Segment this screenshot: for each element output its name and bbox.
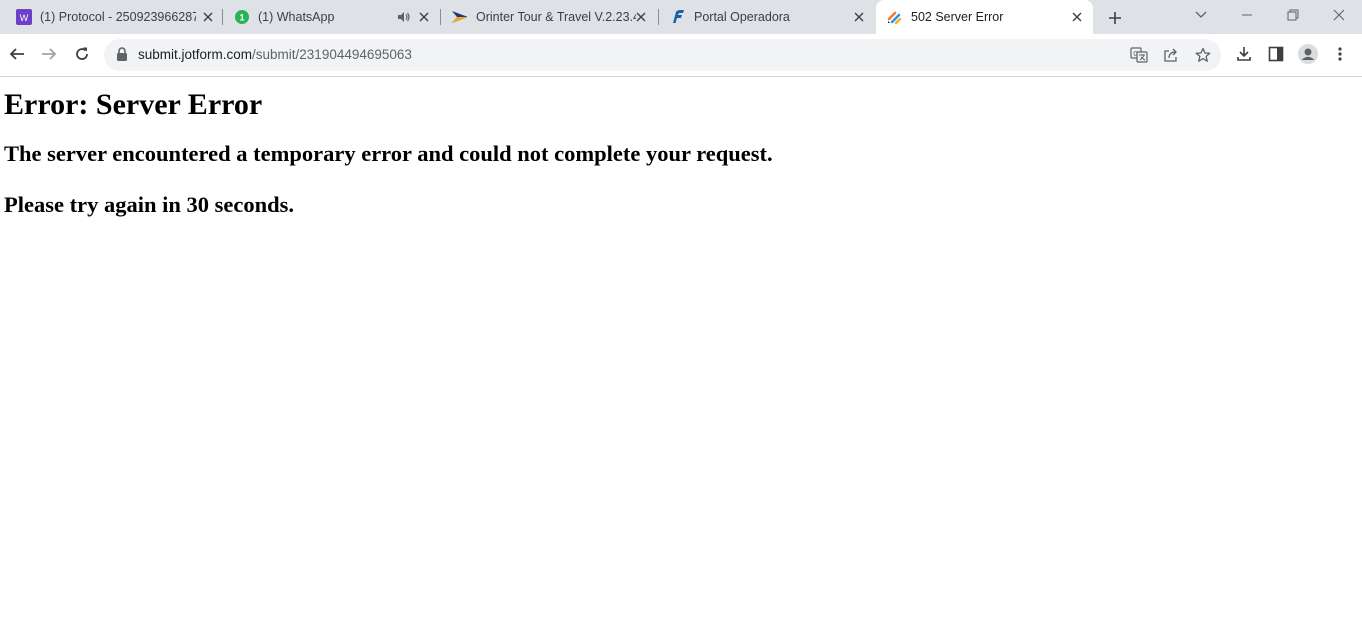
forward-arrow-icon[interactable] — [38, 43, 60, 65]
url-domain: submit.jotform.com — [138, 47, 253, 62]
jotform-icon — [887, 9, 903, 25]
reload-icon[interactable] — [71, 43, 93, 65]
tab-divider — [440, 9, 441, 25]
tab-protocol[interactable]: W (1) Protocol - 250923966287... — [8, 0, 220, 34]
url-path: /submit/231904494695063 — [252, 47, 412, 62]
close-icon[interactable] — [851, 9, 867, 25]
retry-message: Please try again in 30 seconds. — [4, 192, 294, 217]
svg-text:W: W — [20, 13, 29, 23]
share-icon[interactable] — [1160, 44, 1182, 66]
tab-title: (1) Protocol - 250923966287... — [40, 10, 196, 24]
tab-strip: W (1) Protocol - 250923966287... 1 (1) W… — [0, 0, 1362, 34]
tab-502-server-error[interactable]: 502 Server Error — [876, 0, 1093, 34]
audio-playing-icon[interactable] — [395, 9, 411, 25]
tab-portal-operadora[interactable]: Portal Operadora — [661, 0, 873, 34]
error-heading: Error: Server Error — [4, 88, 263, 121]
error-message: The server encountered a temporary error… — [4, 141, 773, 166]
lock-icon[interactable] — [116, 47, 128, 66]
tab-orinter[interactable]: Orinter Tour & Travel V.2.23.4 — [443, 0, 656, 34]
url-text[interactable]: submit.jotform.com/submit/23190449469506… — [138, 47, 412, 62]
close-icon[interactable] — [416, 9, 432, 25]
orinter-icon — [451, 9, 467, 25]
page-content: Error: Server Error The server encounter… — [0, 88, 1362, 218]
tab-whatsapp[interactable]: 1 (1) WhatsApp — [226, 0, 438, 34]
close-window-icon[interactable] — [1328, 4, 1350, 26]
browser-toolbar: submit.jotform.com/submit/23190449469506… — [0, 34, 1362, 77]
close-icon[interactable] — [1069, 9, 1085, 25]
whatsapp-icon: 1 — [234, 9, 250, 25]
address-bar[interactable]: submit.jotform.com/submit/23190449469506… — [104, 39, 1221, 71]
download-icon[interactable] — [1233, 43, 1255, 65]
back-arrow-icon[interactable] — [6, 43, 28, 65]
tab-divider — [222, 9, 223, 25]
restore-icon[interactable] — [1282, 4, 1304, 26]
tab-search-chevron-down-icon[interactable] — [1190, 4, 1212, 26]
tab-divider — [658, 9, 659, 25]
tab-title: Portal Operadora — [694, 10, 790, 24]
translate-icon[interactable]: G — [1128, 44, 1150, 66]
purple-w-icon: W — [16, 9, 32, 25]
minimize-icon[interactable] — [1236, 4, 1258, 26]
side-panel-icon[interactable] — [1265, 43, 1287, 65]
profile-avatar-icon[interactable] — [1297, 43, 1319, 65]
tab-title: Orinter Tour & Travel V.2.23.4 — [476, 10, 636, 24]
close-icon[interactable] — [200, 9, 216, 25]
tab-title: (1) WhatsApp — [258, 10, 335, 24]
tab-title: 502 Server Error — [911, 10, 1004, 24]
kebab-menu-icon[interactable] — [1329, 43, 1351, 65]
svg-text:1: 1 — [239, 13, 244, 23]
new-tab-button[interactable] — [1104, 7, 1126, 29]
close-icon[interactable] — [633, 9, 649, 25]
bookmark-star-icon[interactable] — [1192, 44, 1214, 66]
portal-icon — [669, 9, 685, 25]
